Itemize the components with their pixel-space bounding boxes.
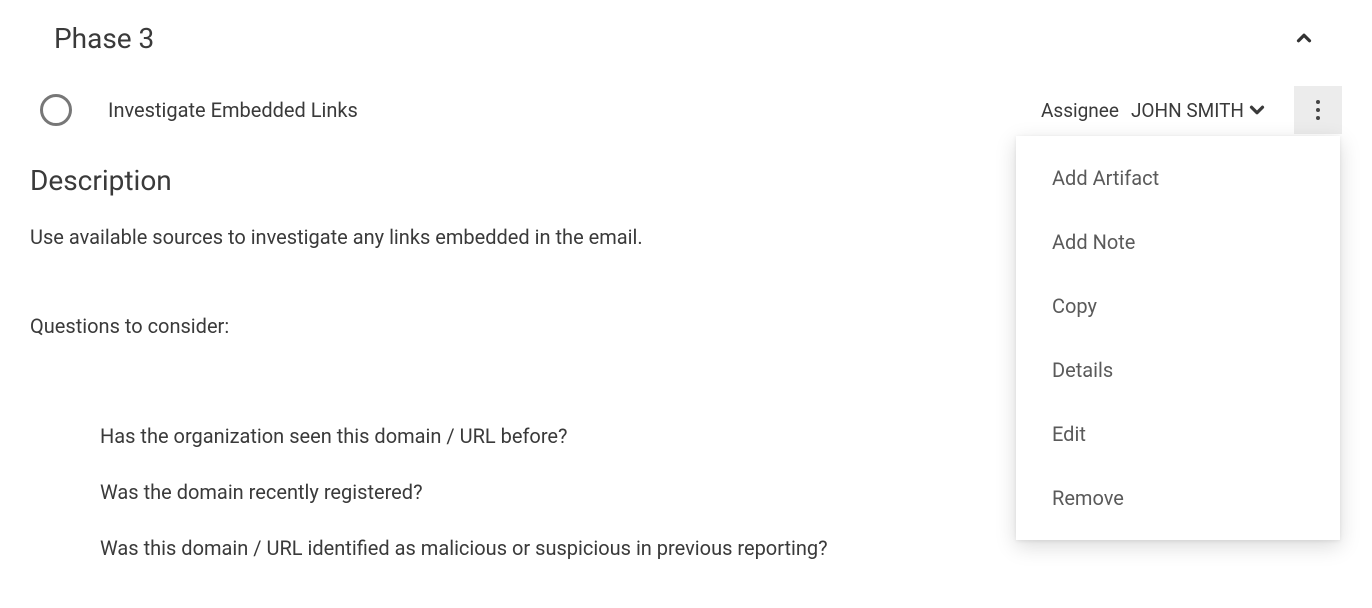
chevron-up-icon xyxy=(1293,27,1315,49)
assignee-value: JOHN SMITH xyxy=(1131,99,1244,122)
menu-item-edit[interactable]: Edit xyxy=(1016,402,1340,466)
task-status-toggle[interactable] xyxy=(40,94,72,126)
kebab-icon xyxy=(1316,100,1320,120)
chevron-down-icon xyxy=(1246,99,1268,121)
assignee-dropdown[interactable]: JOHN SMITH xyxy=(1131,99,1268,122)
task-title: Investigate Embedded Links xyxy=(108,98,358,122)
more-options-button[interactable] xyxy=(1294,86,1342,134)
more-options-menu: Add Artifact Add Note Copy Details Edit … xyxy=(1016,136,1340,540)
menu-item-add-artifact[interactable]: Add Artifact xyxy=(1016,146,1340,210)
assignee-label: Assignee xyxy=(1041,99,1119,122)
menu-item-remove[interactable]: Remove xyxy=(1016,466,1340,530)
phase-title: Phase 3 xyxy=(54,22,154,55)
menu-item-copy[interactable]: Copy xyxy=(1016,274,1340,338)
collapse-button[interactable] xyxy=(1284,18,1324,58)
menu-item-add-note[interactable]: Add Note xyxy=(1016,210,1340,274)
menu-item-details[interactable]: Details xyxy=(1016,338,1340,402)
